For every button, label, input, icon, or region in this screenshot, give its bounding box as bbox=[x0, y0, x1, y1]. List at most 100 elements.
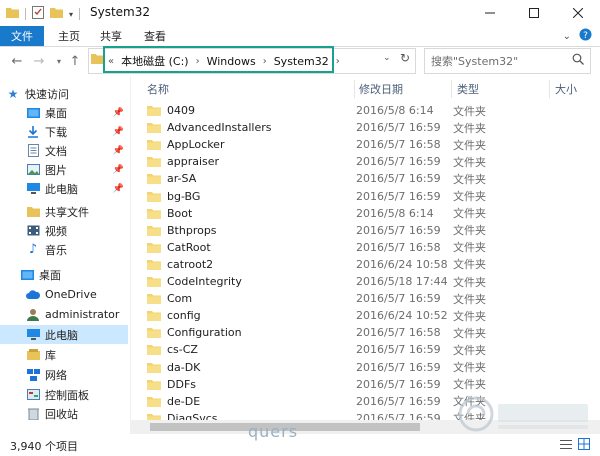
file-type: 文件夹 bbox=[453, 326, 486, 340]
file-name: DDFs bbox=[167, 377, 196, 391]
video-icon bbox=[26, 225, 40, 237]
pin-icon[interactable]: 📌 bbox=[113, 146, 124, 156]
pin-icon[interactable]: 📌 bbox=[113, 108, 124, 118]
file-date: 2016/5/7 16:59 bbox=[356, 121, 441, 135]
large-icons-view-icon[interactable] bbox=[578, 438, 590, 453]
nav-pinned-this-pc[interactable]: 此电脑 📌 bbox=[0, 179, 128, 198]
column-header-size[interactable]: 大小 bbox=[555, 80, 577, 98]
file-row[interactable]: 0409 2016/5/8 6:14 文件夹 bbox=[147, 102, 592, 119]
nav-control-panel[interactable]: 控制面板 bbox=[0, 385, 128, 404]
nav-libraries[interactable]: 库 bbox=[0, 345, 128, 364]
file-row[interactable]: Configuration 2016/5/7 16:58 文件夹 bbox=[147, 324, 592, 341]
folder-icon bbox=[147, 225, 161, 236]
help-icon[interactable]: ? bbox=[579, 28, 592, 44]
desktop-icon bbox=[20, 269, 34, 281]
nav-desktop[interactable]: 桌面 bbox=[0, 265, 128, 284]
nav-network[interactable]: 网络 bbox=[0, 365, 128, 384]
tab-view[interactable]: 查看 bbox=[144, 26, 166, 46]
file-name-cell: bg-BG bbox=[147, 190, 356, 203]
tab-home[interactable]: 主页 bbox=[58, 26, 80, 46]
column-header-date[interactable]: 修改日期 bbox=[359, 80, 403, 98]
column-divider[interactable] bbox=[354, 80, 355, 98]
close-button[interactable] bbox=[556, 0, 600, 26]
file-type: 文件夹 bbox=[453, 258, 486, 272]
pin-icon[interactable]: 📌 bbox=[113, 127, 124, 137]
file-row[interactable]: AdvancedInstallers 2016/5/7 16:59 文件夹 bbox=[147, 119, 592, 136]
folder-icon bbox=[26, 206, 40, 218]
nav-pinned-documents[interactable]: 文档 📌 bbox=[0, 141, 128, 160]
nav-label: 桌面 bbox=[39, 268, 61, 282]
nav-label: OneDrive bbox=[45, 288, 97, 301]
file-row[interactable]: catroot2 2016/6/24 10:58 文件夹 bbox=[147, 256, 592, 273]
file-name-cell: Com bbox=[147, 292, 356, 305]
folder-icon bbox=[147, 139, 161, 151]
nav-quick-access[interactable]: ★ 快速访问 bbox=[0, 84, 128, 103]
file-date: 2016/5/7 16:59 bbox=[356, 343, 441, 357]
file-row[interactable]: da-DK 2016/5/7 16:59 文件夹 bbox=[147, 359, 592, 376]
back-button[interactable]: ← bbox=[8, 52, 26, 70]
file-type: 文件夹 bbox=[453, 190, 486, 203]
file-row[interactable]: CatRoot 2016/5/7 16:58 文件夹 bbox=[147, 239, 592, 256]
search-icon[interactable] bbox=[572, 53, 584, 68]
breadcrumb-item-drive[interactable]: 本地磁盘 (C:) bbox=[121, 53, 188, 69]
chevron-right-icon[interactable]: › bbox=[263, 56, 267, 67]
nav-pinned-pictures[interactable]: 图片 📌 bbox=[0, 160, 128, 179]
details-view-icon[interactable] bbox=[560, 439, 572, 453]
nav-this-pc[interactable]: 此电脑 bbox=[0, 325, 128, 344]
svg-text:?: ? bbox=[583, 31, 588, 41]
file-date: 2016/5/7 16:58 bbox=[356, 138, 441, 152]
nav-shared-files[interactable]: 共享文件 bbox=[0, 202, 128, 221]
tab-share[interactable]: 共享 bbox=[100, 26, 122, 46]
file-row[interactable]: cs-CZ 2016/5/7 16:59 文件夹 bbox=[147, 341, 592, 358]
file-date: 2016/5/7 16:58 bbox=[356, 326, 441, 340]
nav-label: 此电脑 bbox=[45, 328, 78, 342]
chevron-right-icon[interactable]: › bbox=[196, 56, 200, 67]
nav-onedrive[interactable]: OneDrive bbox=[0, 285, 128, 304]
maximize-button[interactable] bbox=[512, 0, 556, 26]
nav-pinned-desktop[interactable]: 桌面 📌 bbox=[0, 103, 128, 122]
nav-videos[interactable]: 视频 bbox=[0, 221, 128, 240]
file-type: 文件夹 bbox=[453, 207, 486, 221]
expand-ribbon-icon[interactable]: ⌄ bbox=[563, 31, 571, 42]
chevron-down-icon[interactable]: ⌄ bbox=[383, 53, 391, 63]
file-row[interactable]: Bthprops 2016/5/7 16:59 文件夹 bbox=[147, 222, 592, 239]
column-header-type[interactable]: 类型 bbox=[457, 80, 479, 98]
minimize-button[interactable] bbox=[468, 0, 512, 26]
overflow-icon[interactable]: « bbox=[108, 56, 114, 67]
file-row[interactable]: appraiser 2016/5/7 16:59 文件夹 bbox=[147, 153, 592, 170]
file-date: 2016/5/7 16:59 bbox=[356, 189, 441, 203]
file-row[interactable]: AppLocker 2016/5/7 16:58 文件夹 bbox=[147, 136, 592, 153]
forward-button[interactable]: → bbox=[30, 52, 48, 70]
star-icon: ★ bbox=[7, 86, 19, 101]
file-row[interactable]: DDFs 2016/5/7 16:59 文件夹 bbox=[147, 376, 592, 393]
refresh-icon[interactable]: ↻ bbox=[400, 51, 410, 65]
pin-icon[interactable]: 📌 bbox=[113, 184, 124, 194]
chevron-down-icon[interactable]: ▾ bbox=[69, 10, 73, 19]
column-divider[interactable] bbox=[451, 80, 452, 98]
file-row[interactable]: Boot 2016/5/8 6:14 文件夹 bbox=[147, 205, 592, 222]
file-row[interactable]: Com 2016/5/7 16:59 文件夹 bbox=[147, 290, 592, 307]
new-folder-icon[interactable] bbox=[50, 7, 63, 21]
file-name: de-DE bbox=[167, 394, 201, 408]
file-row[interactable]: bg-BG 2016/5/7 16:59 文件夹 bbox=[147, 188, 592, 205]
nav-recycle-bin[interactable]: 回收站 bbox=[0, 404, 128, 423]
up-button[interactable]: ↑ bbox=[66, 52, 84, 70]
nav-administrator[interactable]: administrator bbox=[0, 305, 128, 324]
chevron-right-icon[interactable]: › bbox=[336, 56, 340, 67]
tab-file[interactable]: 文件 bbox=[0, 26, 44, 46]
file-row[interactable]: CodeIntegrity 2016/5/18 17:44 文件夹 bbox=[147, 273, 592, 290]
nav-pinned-downloads[interactable]: 下载 📌 bbox=[0, 122, 128, 141]
pin-icon[interactable]: 📌 bbox=[113, 165, 124, 175]
file-row[interactable]: ar-SA 2016/5/7 16:59 文件夹 bbox=[147, 170, 592, 187]
properties-icon[interactable] bbox=[32, 6, 44, 22]
file-name-cell: Bthprops bbox=[147, 224, 356, 237]
breadcrumb-item-system32[interactable]: System32 bbox=[274, 55, 329, 68]
column-divider[interactable] bbox=[549, 80, 550, 98]
breadcrumb-item-windows[interactable]: Windows bbox=[207, 55, 256, 68]
picture-icon bbox=[26, 164, 40, 176]
nav-music[interactable]: ♪ 音乐 bbox=[0, 240, 128, 259]
file-row[interactable]: config 2016/6/24 10:52 文件夹 bbox=[147, 307, 592, 324]
library-icon bbox=[26, 349, 40, 361]
column-header-name[interactable]: 名称 bbox=[147, 80, 169, 98]
file-type: 文件夹 bbox=[453, 155, 486, 169]
